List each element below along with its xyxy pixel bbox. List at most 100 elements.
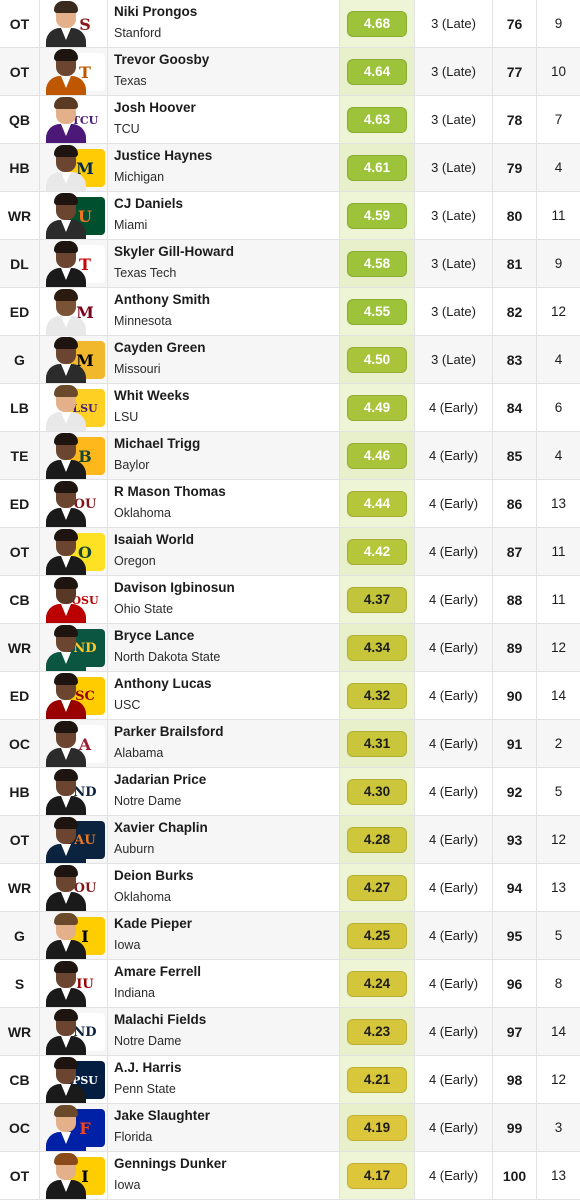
player-name[interactable]: Josh Hoover [114,99,196,116]
table-row[interactable]: OT S Niki Prongos Stanford 4.68 3 (Late)… [0,0,580,48]
table-row[interactable]: OT I Gennings Dunker Iowa 4.17 4 (Early)… [0,1152,580,1200]
position-rank: 4 [554,160,563,175]
grade-badge: 4.37 [347,586,407,613]
projected-round: 4 (Early) [415,864,493,911]
table-row[interactable]: WR ND Malachi Fields Notre Dame 4.23 4 (… [0,1008,580,1056]
position-cell: HB [0,768,40,815]
table-row[interactable]: WR ND Bryce Lance North Dakota State 4.3… [0,624,580,672]
player-name[interactable]: Anthony Lucas [114,675,212,692]
grade-badge: 4.42 [347,538,407,565]
player-name[interactable]: Michael Trigg [114,435,200,452]
projected-round: 4 (Early) [415,1152,493,1199]
player-name[interactable]: R Mason Thomas [114,483,226,500]
player-cell[interactable]: Kade Pieper Iowa [108,912,340,959]
table-row[interactable]: QB TCU Josh Hoover TCU 4.63 3 (Late) 78 … [0,96,580,144]
player-cell[interactable]: A.J. Harris Penn State [108,1056,340,1103]
table-row[interactable]: OC A Parker Brailsford Alabama 4.31 4 (E… [0,720,580,768]
player-cell[interactable]: Trevor Goosby Texas [108,48,340,95]
table-row[interactable]: DL T Skyler Gill-Howard Texas Tech 4.58 … [0,240,580,288]
table-row[interactable]: HB ND Jadarian Price Notre Dame 4.30 4 (… [0,768,580,816]
player-photo: ND [40,768,108,815]
player-name[interactable]: Amare Ferrell [114,963,201,980]
player-name[interactable]: Anthony Smith [114,291,210,308]
player-name[interactable]: A.J. Harris [114,1059,182,1076]
table-row[interactable]: CB OSU Davison Igbinosun Ohio State 4.37… [0,576,580,624]
position-rank: 7 [554,112,563,127]
player-cell[interactable]: Justice Haynes Michigan [108,144,340,191]
player-cell[interactable]: Davison Igbinosun Ohio State [108,576,340,623]
player-name[interactable]: Isaiah World [114,531,194,548]
player-name[interactable]: Niki Prongos [114,3,197,20]
table-row[interactable]: G I Kade Pieper Iowa 4.25 4 (Early) 95 5 [0,912,580,960]
player-name[interactable]: Malachi Fields [114,1011,206,1028]
player-name[interactable]: Kade Pieper [114,915,192,932]
table-row[interactable]: CB PSU A.J. Harris Penn State 4.21 4 (Ea… [0,1056,580,1104]
player-name[interactable]: Davison Igbinosun [114,579,235,596]
table-row[interactable]: LB LSU Whit Weeks LSU 4.49 4 (Early) 84 … [0,384,580,432]
player-name[interactable]: Parker Brailsford [114,723,224,740]
player-cell[interactable]: Xavier Chaplin Auburn [108,816,340,863]
position-cell: OT [0,816,40,863]
player-cell[interactable]: Anthony Smith Minnesota [108,288,340,335]
player-name[interactable]: Bryce Lance [114,627,194,644]
table-row[interactable]: OT T Trevor Goosby Texas 4.64 3 (Late) 7… [0,48,580,96]
player-cell[interactable]: Whit Weeks LSU [108,384,340,431]
player-name[interactable]: Jake Slaughter [114,1107,210,1124]
player-cell[interactable]: Gennings Dunker Iowa [108,1152,340,1199]
overall-pick: 95 [493,912,537,959]
projected-round: 4 (Early) [415,624,493,671]
player-cell[interactable]: Deion Burks Oklahoma [108,864,340,911]
player-hair [54,1009,78,1021]
table-row[interactable]: OT AU Xavier Chaplin Auburn 4.28 4 (Earl… [0,816,580,864]
player-cell[interactable]: Jadarian Price Notre Dame [108,768,340,815]
table-row[interactable]: TE B Michael Trigg Baylor 4.46 4 (Early)… [0,432,580,480]
player-name[interactable]: Justice Haynes [114,147,212,164]
player-name[interactable]: CJ Daniels [114,195,183,212]
player-name[interactable]: Whit Weeks [114,387,190,404]
player-name[interactable]: Trevor Goosby [114,51,209,68]
player-cell[interactable]: CJ Daniels Miami [108,192,340,239]
table-row[interactable]: WR U CJ Daniels Miami 4.59 3 (Late) 80 1… [0,192,580,240]
player-photo: OU [40,480,108,527]
table-row[interactable]: ED SC Anthony Lucas USC 4.32 4 (Early) 9… [0,672,580,720]
table-row[interactable]: ED M Anthony Smith Minnesota 4.55 3 (Lat… [0,288,580,336]
table-row[interactable]: OT O Isaiah World Oregon 4.42 4 (Early) … [0,528,580,576]
player-cell[interactable]: Parker Brailsford Alabama [108,720,340,767]
player-cell[interactable]: Malachi Fields Notre Dame [108,1008,340,1055]
grade-badge: 4.58 [347,250,407,277]
player-name[interactable]: Skyler Gill-Howard [114,243,234,260]
table-row[interactable]: WR OU Deion Burks Oklahoma 4.27 4 (Early… [0,864,580,912]
table-row[interactable]: S IU Amare Ferrell Indiana 4.24 4 (Early… [0,960,580,1008]
player-cell[interactable]: Skyler Gill-Howard Texas Tech [108,240,340,287]
player-cell[interactable]: Amare Ferrell Indiana [108,960,340,1007]
position-cell: CB [0,1056,40,1103]
player-school: Iowa [114,937,141,952]
table-row[interactable]: G M Cayden Green Missouri 4.50 3 (Late) … [0,336,580,384]
player-name[interactable]: Jadarian Price [114,771,206,788]
table-row[interactable]: HB M Justice Haynes Michigan 4.61 3 (Lat… [0,144,580,192]
position-rank: 14 [550,1024,567,1039]
player-cell[interactable]: Josh Hoover TCU [108,96,340,143]
projected-round: 3 (Late) [415,240,493,287]
grade-cell: 4.23 [340,1008,415,1055]
player-name[interactable]: Gennings Dunker [114,1155,227,1172]
player-cell[interactable]: Isaiah World Oregon [108,528,340,575]
projected-round: 4 (Early) [415,528,493,575]
player-school: Iowa [114,1177,141,1192]
player-cell[interactable]: Niki Prongos Stanford [108,0,340,47]
player-name[interactable]: Cayden Green [114,339,206,356]
player-cell[interactable]: Jake Slaughter Florida [108,1104,340,1151]
player-cell[interactable]: Michael Trigg Baylor [108,432,340,479]
player-cell[interactable]: R Mason Thomas Oklahoma [108,480,340,527]
player-name[interactable]: Deion Burks [114,867,194,884]
player-name[interactable]: Xavier Chaplin [114,819,208,836]
table-row[interactable]: ED OU R Mason Thomas Oklahoma 4.44 4 (Ea… [0,480,580,528]
player-cell[interactable]: Cayden Green Missouri [108,336,340,383]
position-rank: 4 [554,352,563,367]
overall-pick: 86 [493,480,537,527]
table-row[interactable]: OC F Jake Slaughter Florida 4.19 4 (Earl… [0,1104,580,1152]
projected-round: 3 (Late) [415,48,493,95]
player-cell[interactable]: Bryce Lance North Dakota State [108,624,340,671]
player-school: Stanford [114,25,162,40]
player-cell[interactable]: Anthony Lucas USC [108,672,340,719]
